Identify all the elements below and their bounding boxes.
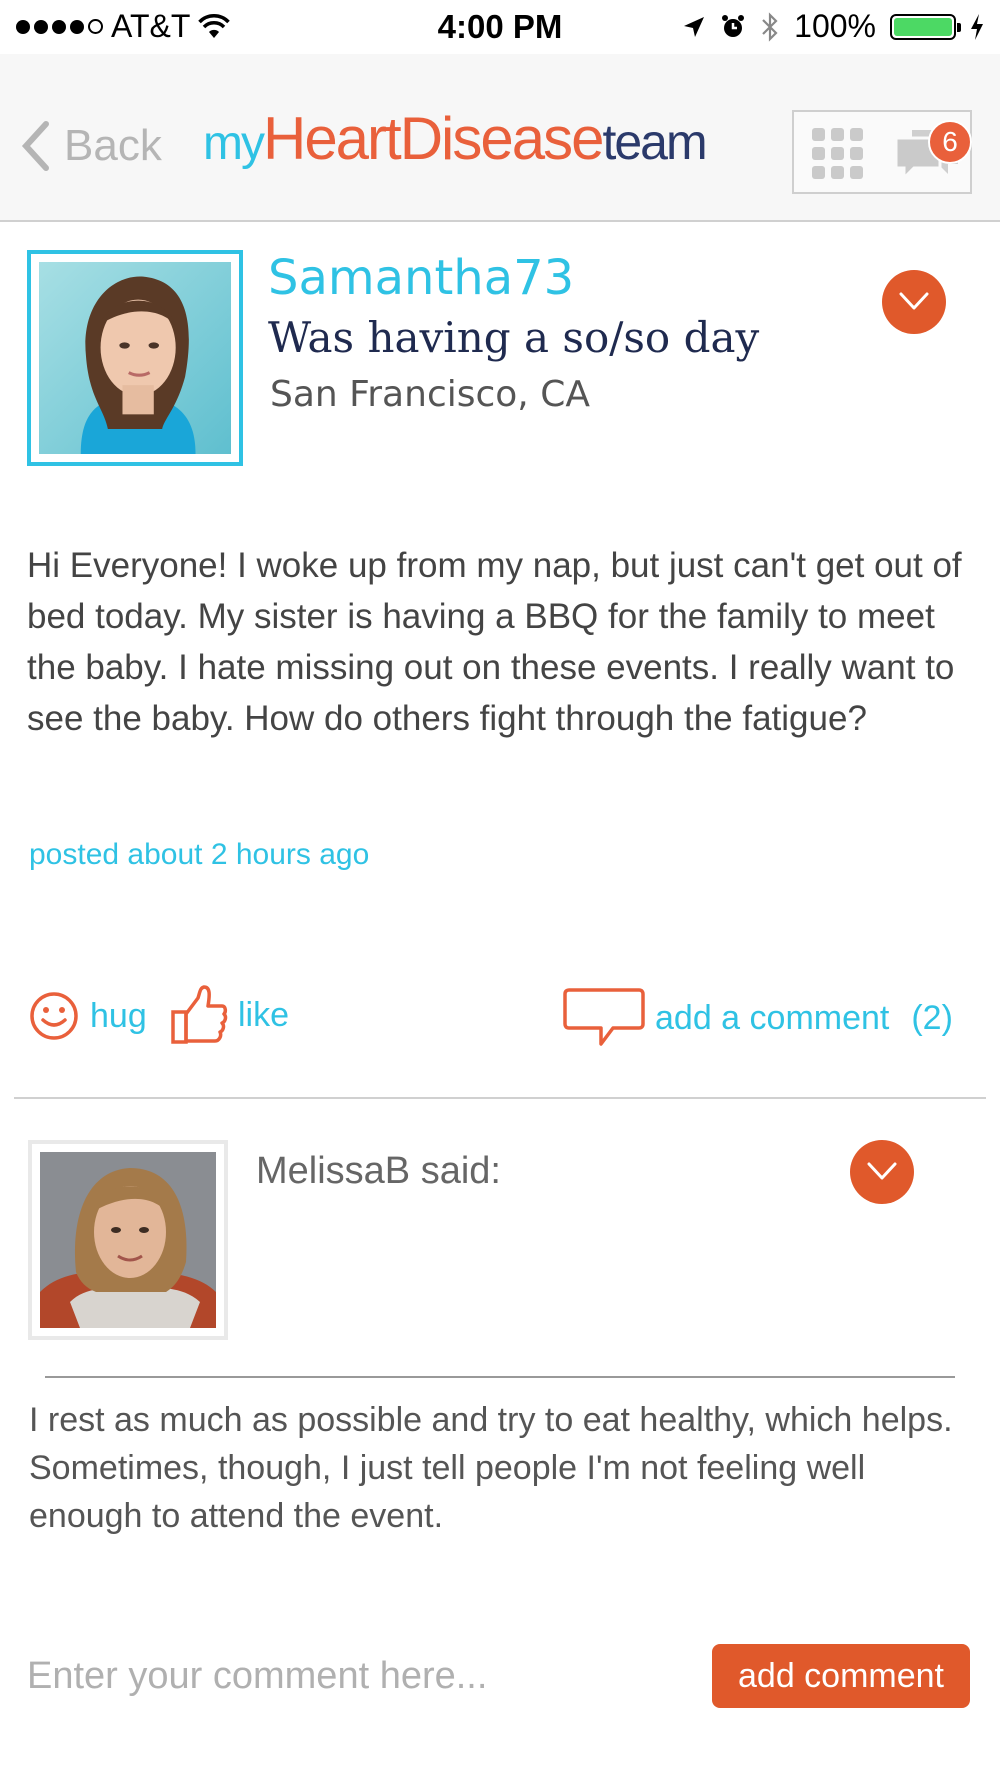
comment-divider xyxy=(45,1376,955,1378)
smiley-icon xyxy=(30,992,78,1040)
mood-suffix: day xyxy=(670,313,760,362)
post-options-button[interactable] xyxy=(882,270,946,334)
post-timestamp[interactable]: posted about 2 hours ago xyxy=(29,838,369,872)
comment-text: I rest as much as possible and try to ea… xyxy=(29,1401,953,1535)
grid-menu-icon[interactable] xyxy=(812,128,864,180)
status-right: 100% xyxy=(682,8,984,45)
speech-bubble-icon xyxy=(563,988,645,1046)
logo-my: my xyxy=(203,117,265,170)
author-photo xyxy=(39,262,231,454)
comment-input[interactable] xyxy=(27,1644,687,1708)
charging-icon xyxy=(971,13,983,40)
back-button[interactable]: Back xyxy=(20,120,162,172)
chevron-down-icon xyxy=(899,292,929,310)
hug-button[interactable]: hug xyxy=(28,990,147,1042)
mood-prefix: Was having a xyxy=(268,313,563,362)
logo-heart: Heart xyxy=(262,105,402,172)
logo-team: team xyxy=(602,114,707,170)
post-actions: hug like add a comment (2) xyxy=(0,985,1000,1060)
nav-tools: 6 xyxy=(792,110,972,194)
battery-icon xyxy=(890,13,961,40)
author-username[interactable]: Samantha73 xyxy=(268,250,574,306)
comment-count: (2) xyxy=(911,998,953,1037)
commenter-avatar[interactable] xyxy=(28,1140,228,1340)
bluetooth-icon xyxy=(762,11,778,42)
author-avatar[interactable] xyxy=(27,250,243,466)
hug-label: hug xyxy=(90,996,147,1035)
logo-disease: Disease xyxy=(399,105,605,172)
app-logo: my Heart Disease team xyxy=(203,104,708,173)
post-divider xyxy=(14,1097,986,1099)
like-button[interactable]: like xyxy=(170,984,289,1046)
chevron-down-icon xyxy=(867,1162,897,1180)
thumbs-up-icon xyxy=(171,985,228,1044)
back-chevron-icon xyxy=(21,121,49,171)
author-location: San Francisco, CA xyxy=(270,374,590,415)
battery-level xyxy=(894,17,952,36)
add-comment-label: add a comment xyxy=(655,998,890,1037)
status-bar: AT&T 4:00 PM 100% xyxy=(0,0,1000,54)
alarm-icon xyxy=(722,14,745,37)
commenter-photo xyxy=(40,1152,216,1328)
post-body: Hi Everyone! I woke up from my nap, but … xyxy=(27,546,962,738)
commenter-name: MelissaB said: xyxy=(256,1150,501,1192)
mood-value: so/so xyxy=(562,313,671,362)
back-label: Back xyxy=(64,121,162,170)
location-arrow-icon xyxy=(684,16,705,37)
comment-options-button[interactable] xyxy=(850,1140,914,1204)
add-comment-button[interactable]: add comment xyxy=(712,1644,970,1708)
add-comment-link[interactable]: add a comment (2) xyxy=(563,986,953,1050)
like-label: like xyxy=(238,995,290,1034)
battery-percent: 100% xyxy=(794,8,876,44)
messages-badge: 6 xyxy=(928,120,972,164)
author-mood: Was having a so/so day xyxy=(268,313,759,362)
nav-bar: Back my Heart Disease team 6 xyxy=(0,54,1000,222)
